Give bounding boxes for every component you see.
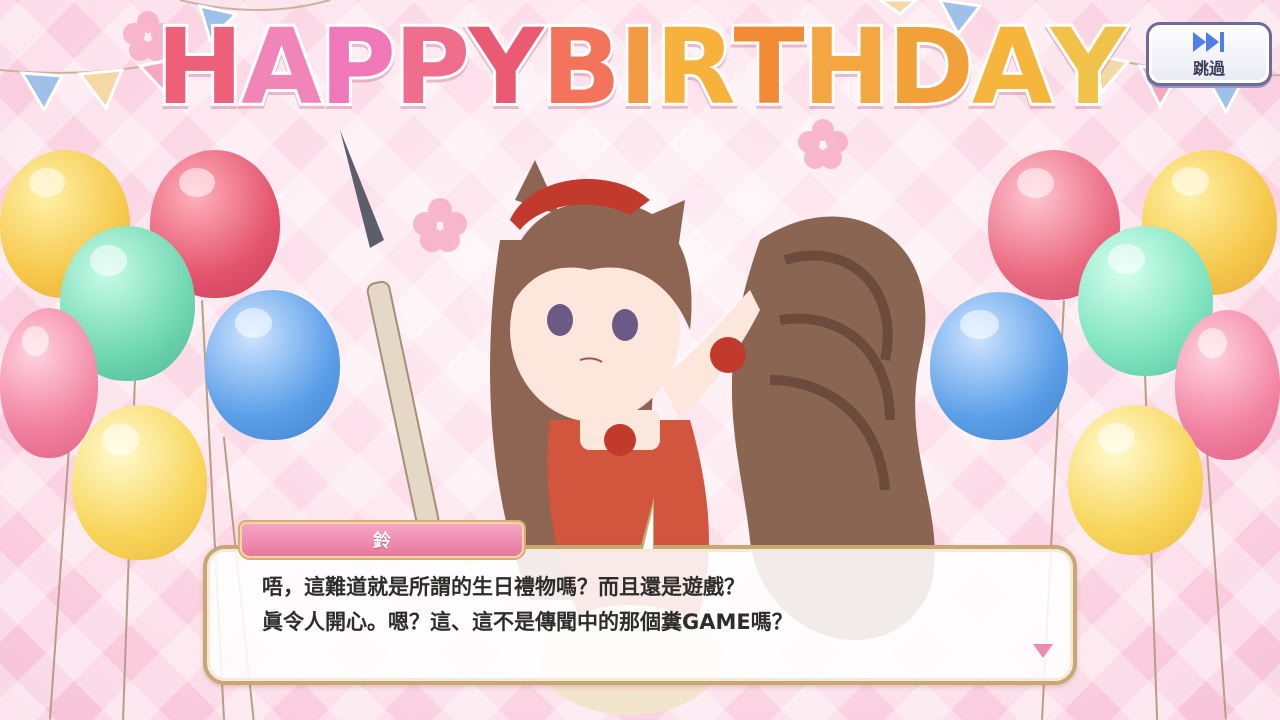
title-letter: D [885,3,977,131]
balloon [205,290,340,440]
title-letter: H [800,3,893,131]
speaker-name: 鈴 [373,531,391,552]
title-letter: H [153,3,246,131]
title-letter: I [616,3,661,131]
dialogue-box[interactable]: 唔，這難道就是所謂的生日禮物嗎？而且還是遊戲？ 眞令人開心。嗯？這、這不是傳聞中… [203,545,1077,685]
title-letter: Y [1047,3,1128,131]
title-letter: A [969,3,1055,131]
dialogue-line-2: 眞令人開心。嗯？這、這不是傳聞中的那個糞GAME嗎？ [262,610,793,634]
happy-birthday-title: H A P P Y B I R T H D A Y [153,3,1129,131]
title-letter: P [391,3,473,131]
balloon [1068,405,1203,555]
skip-button[interactable]: 跳過 [1146,22,1272,86]
title-letter: B [539,3,624,131]
title-letter: Y [465,3,546,131]
title-letter: R [653,3,739,131]
skip-label: 跳過 [1192,58,1225,78]
balloon [0,308,98,458]
fast-forward-icon [1193,31,1224,52]
title-letter: A [238,3,324,131]
dialog-tail-inner [643,507,653,549]
balloon [72,405,207,560]
title-letter: P [317,3,399,131]
speaker-nameplate: 鈴 [240,522,524,558]
title-letter: T [731,3,808,131]
dialogue-line-1: 唔，這難道就是所謂的生日禮物嗎？而且還是遊戲？ [262,575,745,599]
next-triangle-icon[interactable] [1033,644,1053,658]
birthday-scene: H A P P Y B I R T H D A Y 跳過 唔，這難道就是所謂的生… [0,0,1280,720]
